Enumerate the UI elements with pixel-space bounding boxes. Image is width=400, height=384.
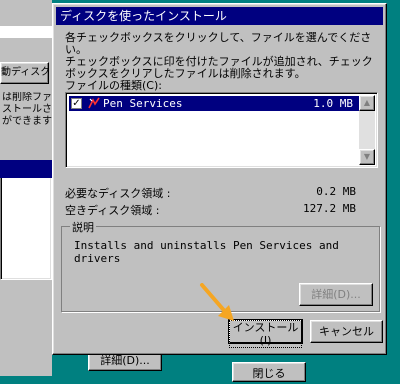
list-item[interactable]: ✓ Pen Services 1.0 MB (69, 96, 361, 111)
background-program-list[interactable] (0, 160, 52, 280)
dialog-title: ディスクを使ったインストール (60, 9, 227, 23)
file-size: 1.0 MB (313, 97, 353, 110)
background-description-text: は削除ファ ストールされ ができます (2, 92, 52, 127)
scroll-up-button[interactable]: ▲ (359, 95, 375, 111)
tab-label: 動ディスク (1, 67, 49, 78)
install-button-label: インストール(I) (229, 320, 302, 348)
background-close-button[interactable]: 閉じる (232, 362, 306, 382)
required-space-value: 0.2 MB (316, 185, 356, 198)
free-space-label: 空きディスク領域 : (65, 204, 160, 217)
details-button-label: 詳細(D)... (311, 288, 361, 301)
required-space-label: 必要なディスク領域 : (65, 187, 171, 200)
scroll-down-button[interactable]: ▼ (359, 149, 375, 165)
file-types-label: ファイルの種類(C): (65, 79, 162, 92)
dialog-title-bar[interactable]: ディスクを使ったインストール (56, 7, 383, 25)
file-name: Pen Services (103, 97, 183, 110)
description-text: Installs and uninstalls Pen Services and… (74, 239, 339, 265)
vertical-scrollbar[interactable]: ▲ ▼ (359, 95, 375, 165)
cancel-button[interactable]: キャンセル (310, 320, 383, 343)
instructions-text: 各チェックボックスをクリックして、ファイルを選んでください。 チェックボックスに… (65, 31, 373, 80)
pen-services-icon (88, 97, 100, 109)
background-list-selected-row[interactable] (0, 160, 52, 178)
tab-startup-disk[interactable]: 動ディスク (0, 62, 49, 84)
background-close-label: 閉じる (252, 367, 286, 380)
free-space-value: 127.2 MB (303, 202, 356, 215)
background-window-strip (0, 26, 52, 38)
pointer-arrow-icon (200, 283, 234, 321)
cancel-button-label: キャンセル (319, 325, 374, 338)
description-legend: 説明 (70, 219, 96, 235)
file-types-list[interactable]: ✓ Pen Services 1.0 MB ▲ ▼ (65, 92, 378, 168)
file-checkbox[interactable]: ✓ (71, 98, 82, 109)
details-button[interactable]: 詳細(D)... (299, 283, 373, 306)
install-button[interactable]: インストール(I) (229, 320, 302, 348)
